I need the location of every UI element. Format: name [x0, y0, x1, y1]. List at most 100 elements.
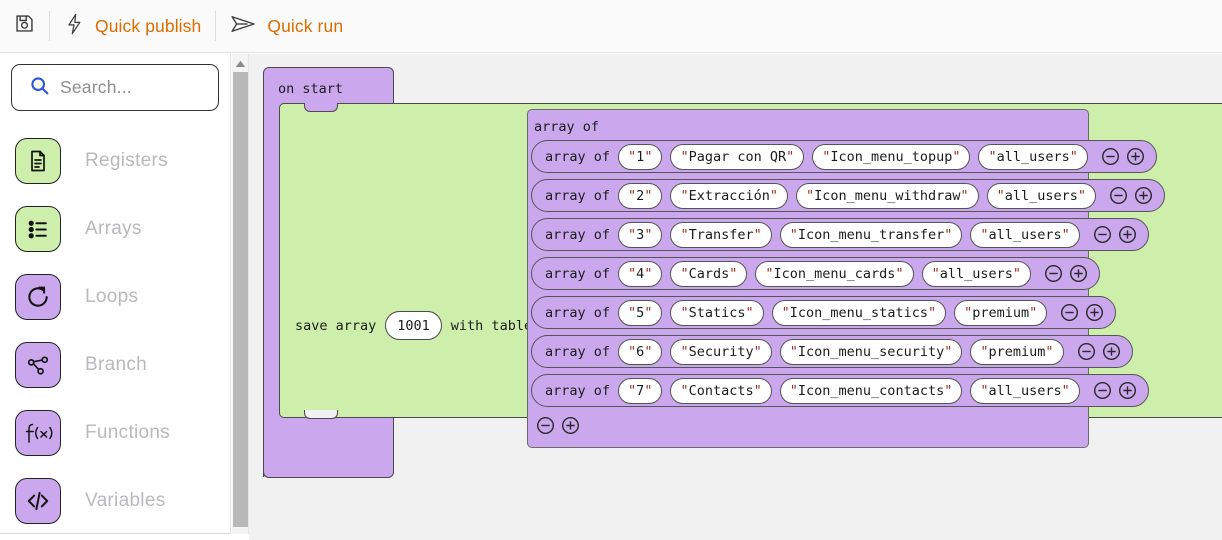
row-icon-name-field[interactable]: "Icon_menu_withdraw"	[796, 183, 979, 209]
row-name-field[interactable]: "Extracción"	[670, 183, 788, 209]
row-id-field[interactable]: "6"	[618, 339, 662, 365]
sidebar-item-loops[interactable]: Loops	[0, 263, 231, 331]
array-of-row[interactable]: array of"6""Security""Icon_menu_security…	[531, 335, 1133, 368]
sidebar-item-arrays[interactable]: Arrays	[0, 195, 231, 263]
row-id-field[interactable]: "1"	[618, 144, 662, 170]
array-of-block[interactable]: array of array of "1" "Pagar con QR" "Icon_…	[527, 109, 1089, 448]
scrollbar-thumb[interactable]	[233, 72, 248, 527]
sidebar-item-label: Variables	[85, 490, 166, 512]
minus-circle-icon[interactable]	[1109, 186, 1128, 205]
row-id-field[interactable]: "2"	[618, 183, 662, 209]
sidebar-item-variables[interactable]: Variables	[0, 467, 231, 534]
block-notch-bottom	[304, 410, 338, 419]
minus-circle-icon[interactable]	[1044, 264, 1063, 283]
on-start-label: on start	[278, 81, 343, 97]
array-of-row-label: array of	[545, 227, 610, 243]
minus-circle-icon[interactable]	[1093, 381, 1112, 400]
array-of-add-remove-group	[536, 416, 580, 435]
array-of-row[interactable]: array of "5" "Statics" "Icon_menu_statics" "…	[531, 296, 1116, 329]
top-toolbar: Quick publish Quick run	[0, 0, 1222, 53]
row-id-field[interactable]: "4"	[618, 261, 662, 287]
row-icon-name-field[interactable]: "Icon_menu_security"	[780, 339, 963, 365]
row-icon-name-field[interactable]: "Icon_menu_transfer"	[780, 222, 963, 248]
minus-circle-icon[interactable]	[1093, 225, 1112, 244]
minus-circle-icon[interactable]	[1077, 342, 1096, 361]
plus-circle-icon[interactable]	[1102, 342, 1121, 361]
sidebar-item-functions[interactable]: Functions	[0, 399, 231, 467]
array-of-row[interactable]: array of "1" "Pagar con QR" "Icon_menu_topu…	[531, 140, 1157, 173]
block-canvas[interactable]: on start save array 1001 with table arra…	[249, 54, 1222, 540]
row-audience-field[interactable]: "all_users"	[922, 261, 1031, 287]
array-of-row-label: array of	[545, 305, 610, 321]
floppy-disk-icon	[14, 13, 35, 39]
plus-circle-icon[interactable]	[1134, 186, 1153, 205]
sidebar-item-label: Registers	[85, 150, 168, 172]
row-add-remove-group	[1060, 303, 1104, 322]
array-of-label: array of	[534, 119, 599, 135]
row-add-remove-group	[1093, 381, 1137, 400]
sidebar-item-label: Functions	[85, 422, 170, 444]
plus-circle-icon[interactable]	[1126, 147, 1145, 166]
row-audience-field[interactable]: "all_users"	[970, 378, 1079, 404]
save-button[interactable]	[0, 0, 49, 53]
plus-circle-icon[interactable]	[1069, 264, 1088, 283]
row-add-remove-group	[1044, 264, 1088, 283]
row-audience-field[interactable]: "all_users"	[987, 183, 1096, 209]
row-audience-field[interactable]: "all_users"	[970, 222, 1079, 248]
list-icon	[15, 206, 61, 252]
on-start-foot	[263, 417, 394, 478]
sidebar-item-label: Loops	[85, 286, 138, 308]
quick-publish-label: Quick publish	[95, 16, 201, 37]
row-audience-field[interactable]: "premium"	[954, 300, 1047, 326]
minus-circle-icon[interactable]	[536, 416, 555, 435]
minus-circle-icon[interactable]	[1060, 303, 1079, 322]
quick-run-button[interactable]: Quick run	[216, 0, 357, 53]
save-array-prefix-label: save array	[295, 318, 376, 334]
row-icon-name-field[interactable]: "Icon_menu_contacts"	[780, 378, 963, 404]
row-id-field[interactable]: "7"	[618, 378, 662, 404]
row-name-field[interactable]: "Security"	[670, 339, 771, 365]
minus-circle-icon[interactable]	[1101, 147, 1120, 166]
document-icon	[15, 138, 61, 184]
array-of-row[interactable]: array of "3" "Transfer" "Icon_menu_transfer…	[531, 218, 1149, 251]
plus-circle-icon[interactable]	[1118, 381, 1137, 400]
row-name-field[interactable]: "Cards"	[670, 261, 747, 287]
row-name-field[interactable]: "Statics"	[670, 300, 763, 326]
function-icon	[15, 410, 61, 456]
on-start-block[interactable]: on start	[263, 67, 394, 108]
row-audience-field[interactable]: "premium"	[970, 339, 1063, 365]
row-icon-name-field[interactable]: "Icon_menu_topup"	[812, 144, 970, 170]
row-name-field[interactable]: "Transfer"	[670, 222, 771, 248]
row-icon-name-field[interactable]: "Icon_menu_cards"	[755, 261, 913, 287]
sidebar-item-branch[interactable]: Branch	[0, 331, 231, 399]
plus-circle-icon[interactable]	[561, 416, 580, 435]
row-id-field[interactable]: "5"	[618, 300, 662, 326]
array-of-row-label: array of	[545, 266, 610, 282]
search-placeholder: Search...	[60, 77, 132, 98]
row-icon-name-field[interactable]: "Icon_menu_statics"	[772, 300, 946, 326]
save-array-suffix-label: with table	[451, 318, 532, 334]
plus-circle-icon[interactable]	[1085, 303, 1104, 322]
save-array-row: save array 1001 with table	[295, 311, 532, 340]
sidebar-item-registers[interactable]: Registers	[0, 127, 231, 195]
row-audience-field[interactable]: "all_users"	[978, 144, 1087, 170]
save-array-block[interactable]: save array 1001 with table array of arra…	[279, 103, 1222, 418]
row-name-field[interactable]: "Pagar con QR"	[670, 144, 804, 170]
row-id-field[interactable]: "3"	[618, 222, 662, 248]
array-of-row[interactable]: array of "4" "Cards" "Icon_menu_cards" "all_…	[531, 257, 1100, 290]
branch-icon	[15, 342, 61, 388]
search-input[interactable]: Search...	[11, 64, 219, 111]
array-of-row[interactable]: array of "2" "Extracción" "Icon_menu_withdr…	[531, 179, 1165, 212]
array-of-row[interactable]: array of "7" "Contacts" "Icon_menu_contacts…	[531, 374, 1149, 407]
quick-publish-button[interactable]: Quick publish	[50, 0, 215, 53]
sidebar-scrollbar[interactable]	[232, 54, 249, 534]
plus-circle-icon[interactable]	[1118, 225, 1137, 244]
triangle-up-icon[interactable]	[232, 57, 249, 71]
row-add-remove-group	[1077, 342, 1121, 361]
array-of-row-label: array of	[545, 383, 610, 399]
array-of-row-label: array of	[545, 149, 610, 165]
search-icon	[29, 75, 50, 101]
save-array-number-field[interactable]: 1001	[385, 311, 442, 340]
row-name-field[interactable]: "Contacts"	[670, 378, 771, 404]
array-of-row-label: array of	[545, 188, 610, 204]
